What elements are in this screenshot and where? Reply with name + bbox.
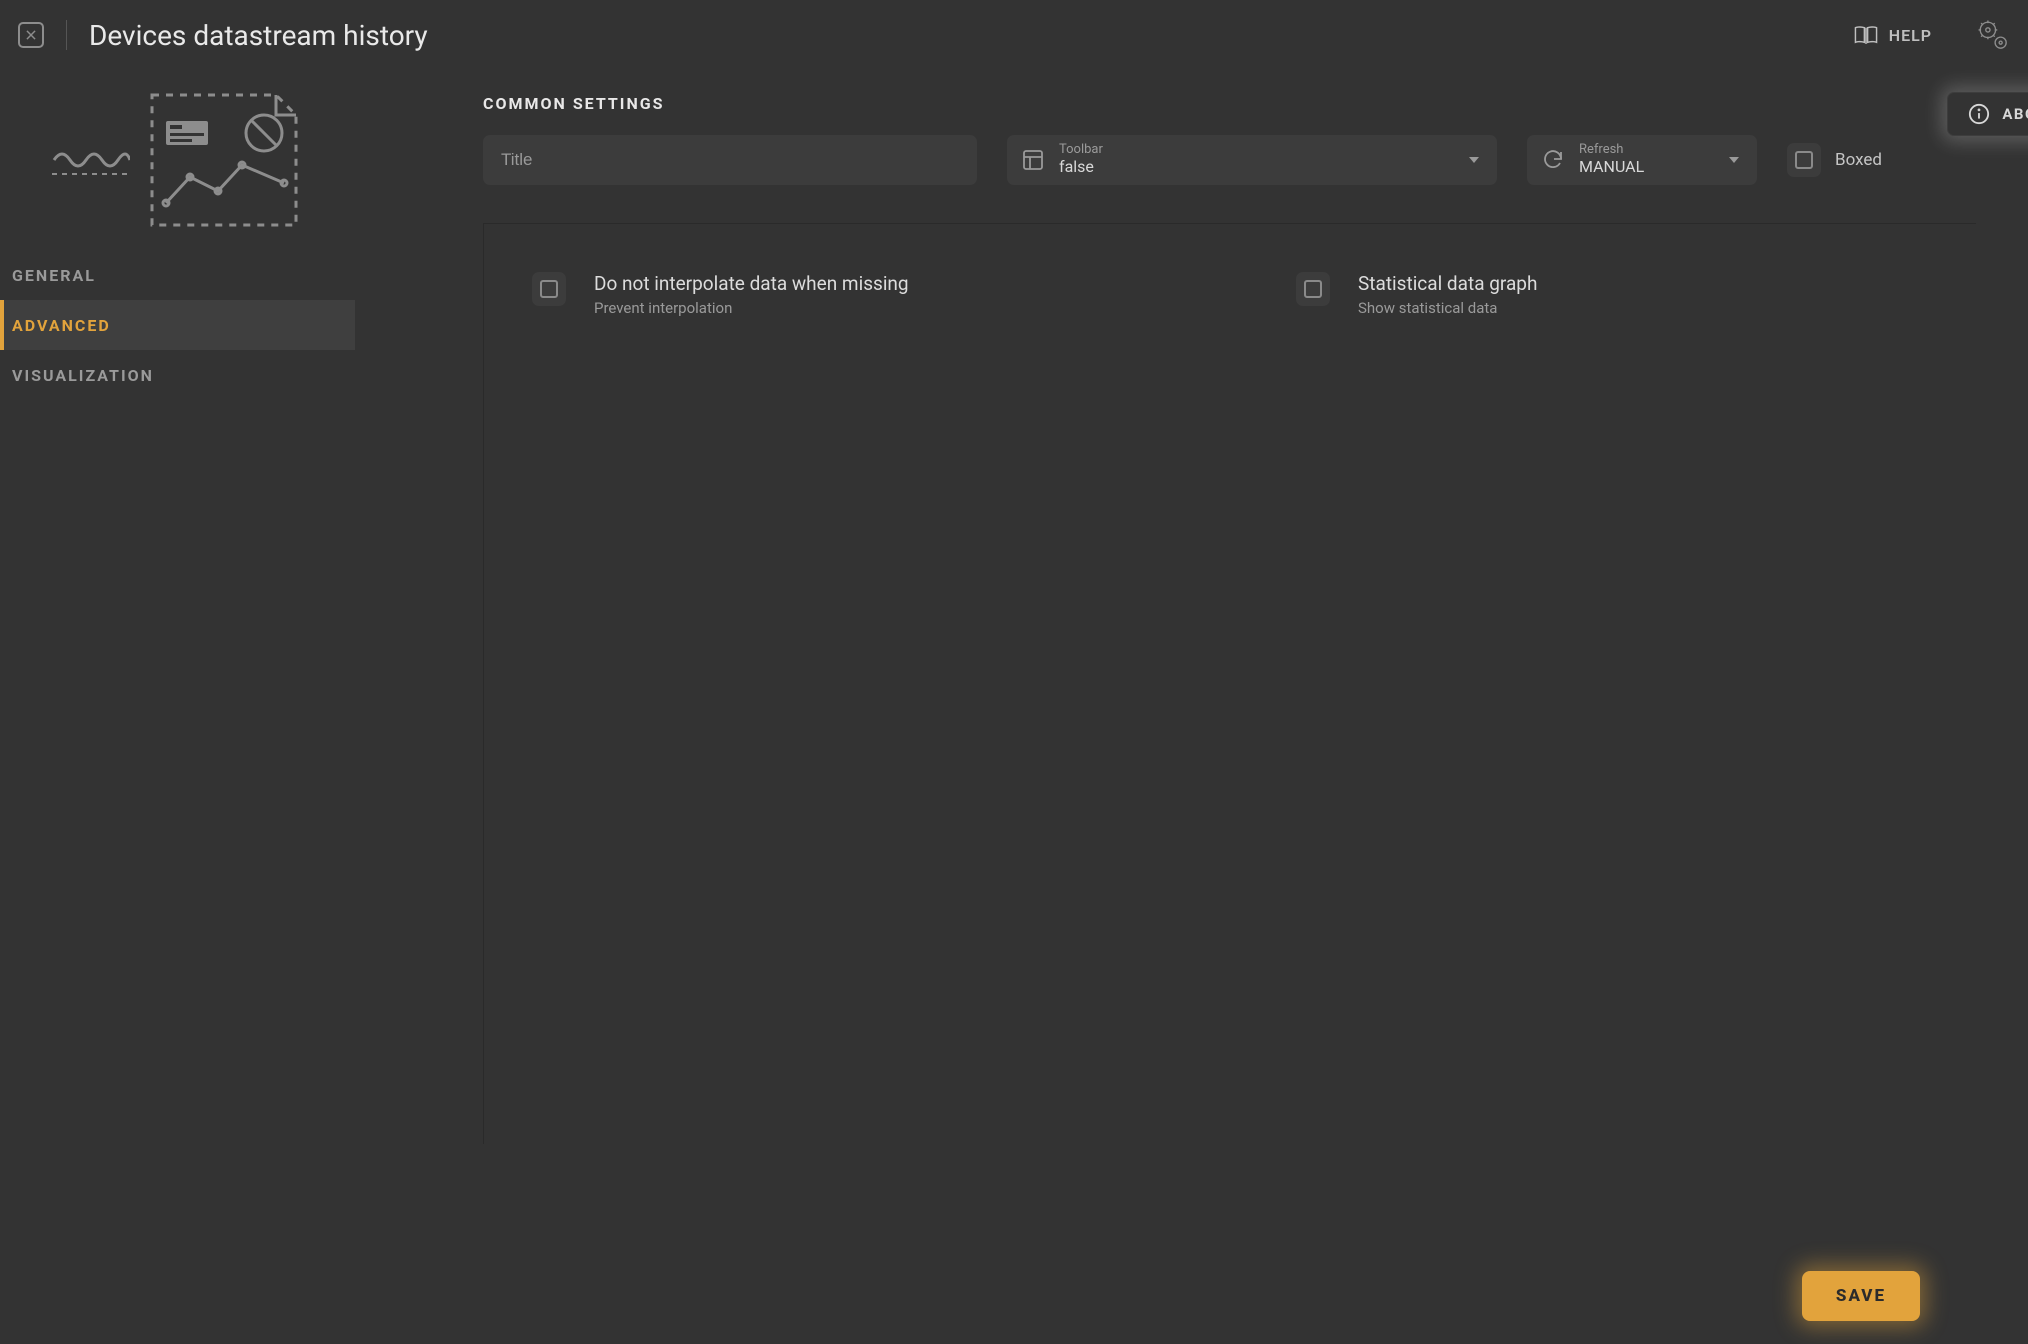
refresh-select[interactable]: Refresh MANUAL <box>1527 135 1757 185</box>
option-title: Statistical data graph <box>1358 272 1537 295</box>
chevron-down-icon <box>1469 157 1479 163</box>
content-panel: ABOUT COMMON SETTINGS Toolbar false <box>355 70 2028 1248</box>
sidebar-item-label: ADVANCED <box>12 316 111 335</box>
boxed-checkbox[interactable] <box>1787 143 1821 177</box>
chevron-down-icon <box>1729 157 1739 163</box>
sidebar-item-label: GENERAL <box>12 266 96 285</box>
toolbar-select[interactable]: Toolbar false <box>1007 135 1497 185</box>
title-field[interactable] <box>483 135 977 185</box>
about-button[interactable]: ABOUT <box>1947 92 2028 136</box>
widget-preview <box>0 70 355 250</box>
section-header: COMMON SETTINGS <box>483 94 1976 113</box>
sidebar-item-label: VISUALIZATION <box>12 366 154 385</box>
sidebar-item-visualization[interactable]: VISUALIZATION <box>0 350 355 400</box>
help-button[interactable]: HELP <box>1853 24 1932 46</box>
footer: SAVE <box>0 1248 2028 1344</box>
option-subtitle: Show statistical data <box>1358 299 1537 317</box>
option-subtitle: Prevent interpolation <box>594 299 909 317</box>
option-prevent-interpolation: Do not interpolate data when missing Pre… <box>532 272 1212 317</box>
option-statistical-graph: Statistical data graph Show statistical … <box>1296 272 1976 317</box>
save-label: SAVE <box>1836 1286 1886 1306</box>
sidebar-item-advanced[interactable]: ADVANCED <box>0 300 355 350</box>
common-settings-row: Toolbar false Refresh MANUAL <box>483 135 1976 185</box>
refresh-icon <box>1541 148 1565 172</box>
sidebar: GENERAL ADVANCED VISUALIZATION <box>0 70 355 1248</box>
page-title: Devices datastream history <box>89 19 1853 52</box>
report-icon <box>144 91 304 229</box>
statistical-graph-checkbox[interactable] <box>1296 272 1330 306</box>
toolbar-label: Toolbar <box>1059 143 1103 158</box>
prevent-interpolation-checkbox[interactable] <box>532 272 566 306</box>
close-button[interactable] <box>18 22 44 48</box>
toolbar-value: false <box>1059 158 1103 176</box>
sidebar-nav: GENERAL ADVANCED VISUALIZATION <box>0 250 355 400</box>
refresh-value: MANUAL <box>1579 158 1644 176</box>
sidebar-item-general[interactable]: GENERAL <box>0 250 355 300</box>
checkbox-box-icon <box>540 280 558 298</box>
boxed-label: Boxed <box>1835 150 1882 170</box>
layout-icon <box>1021 148 1045 172</box>
boxed-option: Boxed <box>1787 143 1882 177</box>
checkbox-box-icon <box>1795 151 1813 169</box>
about-label: ABOUT <box>2002 105 2028 123</box>
book-icon <box>1853 24 1879 46</box>
info-icon <box>1968 103 1990 125</box>
option-title: Do not interpolate data when missing <box>594 272 909 295</box>
checkbox-box-icon <box>1304 280 1322 298</box>
help-label: HELP <box>1889 26 1932 45</box>
divider <box>66 20 67 50</box>
wave-icon <box>52 144 130 176</box>
advanced-area: Do not interpolate data when missing Pre… <box>483 224 1976 1144</box>
title-input[interactable] <box>501 150 959 170</box>
refresh-label: Refresh <box>1579 143 1644 158</box>
save-button[interactable]: SAVE <box>1802 1271 1920 1321</box>
close-icon <box>24 28 38 42</box>
settings-icon[interactable] <box>1976 18 2010 52</box>
